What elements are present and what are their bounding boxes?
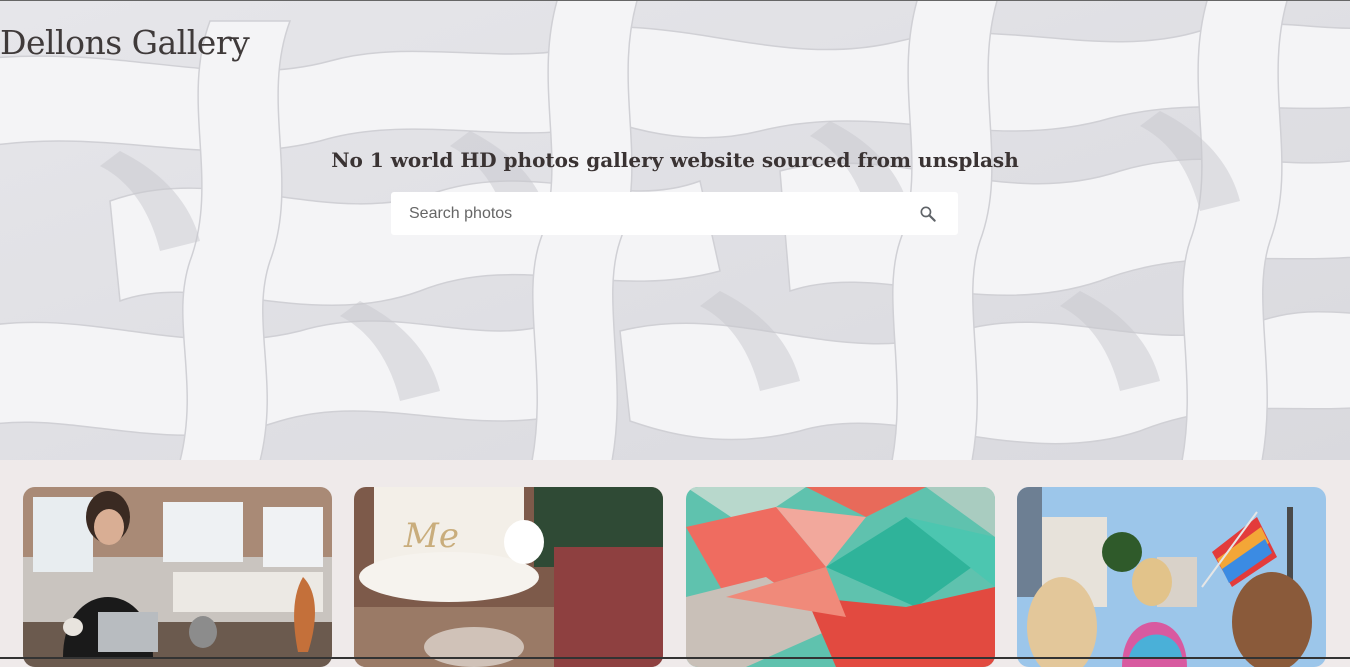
hero-banner: Dellons Gallery No 1 world HD photos gal… [0,0,1350,461]
hero-tagline: No 1 world HD photos gallery website sou… [331,148,1019,172]
photo-card-lowpoly[interactable] [686,487,995,667]
photo-image [1017,487,1326,667]
photo-gallery: Me [0,460,1350,667]
photo-image [23,487,332,667]
search-input[interactable] [391,192,901,235]
photo-image [686,487,995,667]
site-title[interactable]: Dellons Gallery [0,23,250,62]
photo-card-cake[interactable]: Me [354,487,663,667]
photo-image: Me [354,487,663,667]
search-icon[interactable] [918,204,938,224]
photo-card-woman-laptop[interactable] [23,487,332,667]
search-bar [391,192,958,235]
svg-text:Me: Me [403,516,459,556]
photo-card-parade[interactable] [1017,487,1326,667]
